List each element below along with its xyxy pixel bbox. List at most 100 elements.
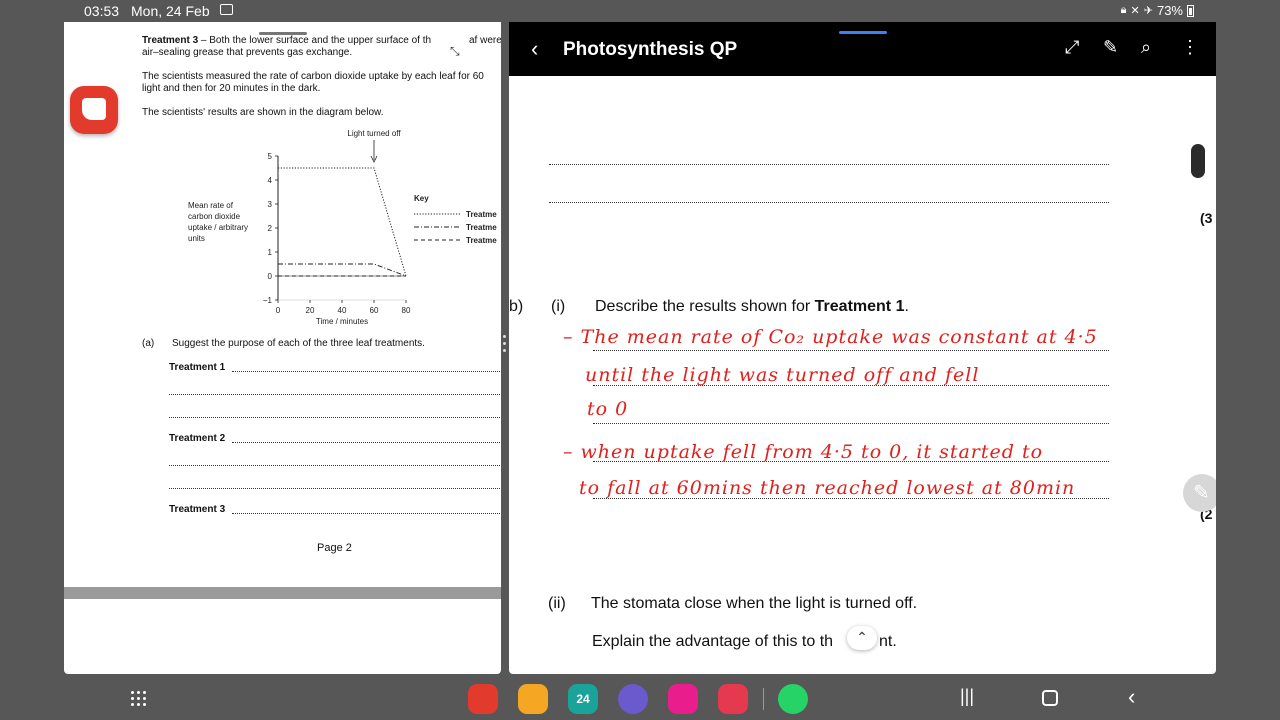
home-icon[interactable]: [1042, 690, 1058, 706]
calendar-app-icon[interactable]: 24: [568, 684, 598, 714]
question-ii-text: The stomata close when the light is turn…: [591, 595, 918, 612]
handwritten-line: until the light was turned off and fell: [585, 364, 980, 386]
annotation-label: Light turned off: [347, 129, 401, 138]
legend-label-2: Treatme: [466, 223, 497, 232]
question-a-text: Suggest the purpose of each of the three…: [172, 338, 425, 349]
treatment1-label: Treatment 1: [169, 362, 226, 373]
floating-notes-app-icon[interactable]: [70, 86, 118, 134]
answer-line[interactable]: [169, 394, 500, 395]
x-tick-label: 40: [338, 306, 347, 315]
treatment3-text-2: air–sealing grease that prevents gas exc…: [142, 47, 353, 58]
screenshot-icon: [220, 4, 233, 15]
airplane-icon: ✈: [1143, 5, 1153, 17]
answer-line[interactable]: [169, 417, 500, 418]
back-arrow-icon[interactable]: ‹: [531, 36, 538, 62]
scroll-to-top-button[interactable]: ⌃: [847, 626, 877, 650]
question-i-prefix: Describe the results shown for: [595, 298, 815, 315]
x-tick-label: 20: [306, 306, 315, 315]
window-handle[interactable]: [839, 31, 887, 34]
legend-title: Key: [414, 194, 429, 203]
left-document-pane[interactable]: ⤡ Treatment 3 – Both the lower surface a…: [64, 22, 501, 674]
x-tick-label: 0: [276, 306, 281, 315]
app-drawer-icon[interactable]: [131, 691, 147, 707]
treatment3-label: Treatment 3: [169, 504, 226, 515]
question-i-text: Describe the results shown for Treatment…: [595, 298, 909, 316]
lock-icon: 🔒︎: [1120, 4, 1127, 16]
status-date: Mon, 24 Feb: [131, 3, 210, 19]
legend-label-3: Treatme: [466, 236, 497, 245]
measured-line-2: light and then for 20 minutes in the dar…: [142, 83, 321, 94]
answer-line[interactable]: [549, 202, 1109, 203]
notes-app-icon[interactable]: [468, 684, 498, 714]
question-ii-b-text: Explain the advantage of this to th: [592, 633, 834, 650]
series-line-1: [278, 167, 407, 277]
measured-paragraph: The scientists measured the rate of carb…: [142, 71, 501, 95]
marks-label: (3: [1200, 210, 1213, 226]
x-tick-label: 60: [370, 306, 379, 315]
handwritten-line: to 0: [587, 398, 629, 420]
more-options-icon[interactable]: ⋮: [1181, 37, 1199, 58]
expand-icon[interactable]: ⤢: [1065, 37, 1079, 58]
measured-line-1: The scientists measured the rate of carb…: [142, 71, 484, 82]
status-bar: 03:53 Mon, 24 Feb 🔒︎ ✕ ✈ 73%: [0, 0, 1280, 22]
split-view-handle[interactable]: [503, 335, 507, 361]
flower-app-icon[interactable]: [668, 684, 698, 714]
handwritten-line: – when uptake fell from 4·5 to 0, it sta…: [563, 441, 1044, 463]
y-tick-label: 5: [268, 152, 273, 161]
handwritten-line: – The mean rate of Co₂ uptake was consta…: [563, 326, 1098, 348]
battery-percent: 73%: [1156, 3, 1183, 18]
y-tick-label: −1: [263, 296, 273, 305]
internet-app-icon[interactable]: [618, 684, 648, 714]
page-number: Page 2: [317, 542, 352, 554]
y-axis-label: Mean rate of carbon dioxide uptake / arbit…: [188, 201, 248, 243]
y-tick-label: 2: [268, 224, 273, 233]
answer-line[interactable]: [593, 423, 1109, 424]
handwritten-line: to fall at 60mins then reached lowest at…: [579, 477, 1076, 499]
part-b-label: b): [509, 298, 524, 315]
legend-label-1: Treatme: [466, 210, 497, 219]
treatment3-paragraph: Treatment 3 – Both the lower surface and…: [142, 35, 501, 59]
y-tick-label: 1: [268, 248, 273, 257]
y-tick-label: 0: [268, 272, 273, 281]
status-time: 03:53: [84, 3, 120, 19]
question-i-bold: Treatment 1: [814, 298, 905, 315]
note-title: Photosynthesis QP: [563, 39, 738, 60]
recent-apps-icon[interactable]: |||: [960, 686, 974, 707]
treatment3-heading: Treatment 3: [142, 35, 199, 46]
x-tick-label: 80: [402, 306, 411, 315]
battery-icon: [1187, 4, 1194, 17]
treatment3-text-end: af were: [469, 35, 501, 46]
notes-header: ‹ Photosynthesis QP ⤢ ✎ ⌕ ⋮: [509, 22, 1216, 76]
screen: 03:53 Mon, 24 Feb 🔒︎ ✕ ✈ 73% ⤡ Treatment…: [0, 0, 1280, 720]
right-notes-pane[interactable]: ‹ Photosynthesis QP ⤢ ✎ ⌕ ⋮ (3 b) (i) De…: [509, 22, 1216, 674]
scrollbar-thumb[interactable]: [1191, 144, 1205, 178]
answer-line[interactable]: [232, 442, 500, 443]
status-icons: 🔒︎ ✕ ✈ 73%: [1121, 3, 1194, 18]
taskbar-separator: [763, 688, 764, 710]
whatsapp-app-icon[interactable]: [778, 684, 808, 714]
y-tick-label: 3: [268, 200, 273, 209]
part-ii-label: (ii): [548, 595, 566, 612]
back-icon[interactable]: ‹: [1128, 684, 1135, 710]
results-paragraph: The scientists' results are shown in the…: [142, 107, 384, 118]
treatment3-text: – Both the lower surface and the upper s…: [198, 35, 432, 46]
camera-app-icon[interactable]: [718, 684, 748, 714]
answer-line[interactable]: [169, 488, 500, 489]
pane-divider: [64, 587, 501, 599]
edit-icon[interactable]: ✎: [1103, 37, 1118, 58]
answer-line[interactable]: [232, 371, 500, 372]
y-tick-label: 4: [268, 176, 273, 185]
files-app-icon[interactable]: [518, 684, 548, 714]
answer-line[interactable]: [593, 350, 1109, 351]
part-i-label: (i): [551, 298, 566, 315]
treatment2-label: Treatment 2: [169, 433, 226, 444]
answer-line[interactable]: [549, 164, 1109, 165]
pen-button[interactable]: [1183, 474, 1216, 512]
taskbar: 24 ||| ‹: [0, 676, 1280, 720]
answer-line[interactable]: [232, 513, 500, 514]
answer-line[interactable]: [169, 465, 500, 466]
mute-icon: ✕: [1130, 5, 1140, 17]
search-icon[interactable]: ⌕: [1141, 37, 1151, 58]
question-i-suffix: .: [904, 298, 909, 315]
results-chart: 543210−10 20 40 60 80Time / minutesMean rate…: [188, 129, 497, 326]
